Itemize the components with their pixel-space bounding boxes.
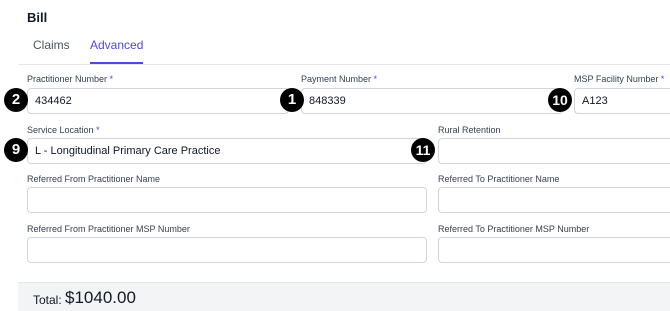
referred-to-msp-label: Referred To Practitioner MSP Number	[438, 224, 590, 234]
practitioner-number-field[interactable]: 434462	[27, 88, 289, 114]
page-title: Bill	[27, 10, 48, 25]
referred-to-name-field[interactable]	[438, 187, 670, 213]
service-location-label-text: Service Location	[27, 125, 94, 135]
total-footer: Total: $1040.00	[18, 282, 670, 311]
rural-retention-field[interactable]	[438, 138, 670, 164]
msp-facility-number-label: MSP Facility Number *	[574, 74, 664, 84]
service-location-label: Service Location *	[27, 125, 100, 135]
rural-retention-label: Rural Retention	[438, 125, 501, 135]
payment-number-field[interactable]: 848339	[301, 88, 563, 114]
required-mark: *	[373, 74, 378, 84]
referred-to-name-label: Referred To Practitioner Name	[438, 174, 560, 184]
marker-2: 2	[4, 88, 28, 112]
tab-claims[interactable]: Claims	[33, 32, 70, 63]
tab-bar: Claims Advanced	[18, 32, 670, 65]
practitioner-number-label-text: Practitioner Number	[27, 74, 108, 84]
payment-number-label: Payment Number *	[301, 74, 377, 84]
referred-from-name-field[interactable]	[27, 187, 427, 213]
required-mark: *	[96, 125, 100, 135]
referred-to-msp-field[interactable]	[438, 237, 670, 263]
service-location-select[interactable]: L - Longitudinal Primary Care Practice	[27, 138, 427, 164]
referred-from-msp-field[interactable]	[27, 237, 427, 263]
marker-1: 1	[280, 88, 304, 112]
payment-number-label-text: Payment Number	[301, 74, 372, 84]
referred-from-name-label: Referred From Practitioner Name	[27, 174, 161, 184]
marker-10: 10	[548, 88, 572, 112]
total-label: Total:	[33, 293, 62, 307]
required-mark: *	[109, 74, 114, 84]
marker-11: 11	[411, 138, 435, 162]
msp-facility-number-field[interactable]: A123	[574, 88, 670, 114]
required-mark: *	[660, 74, 665, 84]
referred-from-msp-label: Referred From Practitioner MSP Number	[27, 224, 190, 234]
total-value: $1040.00	[65, 288, 136, 307]
marker-9: 9	[4, 138, 28, 162]
msp-facility-number-label-text: MSP Facility Number	[574, 74, 659, 84]
tab-advanced[interactable]: Advanced	[90, 32, 144, 64]
practitioner-number-label: Practitioner Number *	[27, 74, 113, 84]
bill-page: Bill Claims Advanced Practitioner Number…	[0, 0, 670, 311]
